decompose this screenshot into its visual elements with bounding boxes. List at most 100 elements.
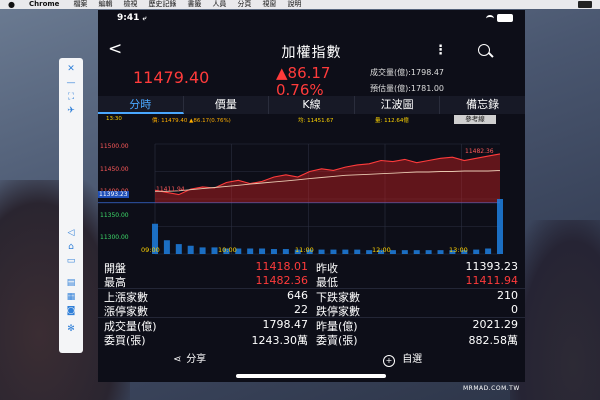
stat-label: 最低 [316,276,338,289]
volume-bar [282,249,289,254]
info-price: 價: 11479.40 ▲86.17(0.76%) [152,118,231,124]
status-bar: 9:41 ⤶ [98,10,525,26]
index-change: ▲86.17 [276,64,331,82]
stats-row: 漲停家數 22 跌停家數 0 [98,303,525,318]
stat-label: 委買(張) [104,334,146,347]
volume-bar [497,199,503,254]
volume-bar [211,247,218,254]
stat-value: 11482.36 [255,274,309,287]
share-icon: ⋖ [173,354,182,365]
x-tick-label: 09:00 [141,246,160,254]
status-icons [486,14,513,22]
stats-row: 上漲家數 646 下跌家數 210 [98,289,525,304]
pin-icon[interactable]: ✈ [67,104,75,118]
search-icon[interactable] [478,44,490,56]
info-time: 13:30 [106,116,122,122]
camera-icon[interactable]: ◙ [67,304,76,318]
estimate-label: 預估量(億):1781.00 [370,84,445,93]
volume-label: 成交量(億):1798.47 [370,68,445,77]
info-avg: 均: 11451.67 [298,118,334,124]
tab-price-volume[interactable]: 價量 [184,96,270,114]
stat-value: 2021.29 [472,318,519,331]
volume-bar [163,240,170,254]
stats-row: 委買(張) 1243.30萬 委賣(張) 882.58萬 [98,332,525,347]
stats-row: 開盤 11418.01 昨收 11393.23 [98,260,525,275]
stat-label: 委賣(張) [316,334,358,347]
stat-label: 跌停家數 [316,305,360,318]
x-tick-label: 13:00 [449,246,468,254]
chart-info-bar: 13:30 價: 11479.40 ▲86.17(0.76%) 均: 11451… [98,115,525,124]
menu-item-help[interactable]: 說明 [287,0,301,9]
keyboard-icon[interactable]: ▦ [67,290,76,304]
menu-item-bookmarks[interactable]: 書籤 [187,0,201,9]
stat-value: 882.58萬 [468,334,519,347]
menu-item-tab[interactable]: 分頁 [237,0,251,9]
volume-bar [485,248,492,254]
intraday-chart[interactable]: 11500.00 11450.00 11400.00 11350.00 1130… [98,124,525,259]
stat-value: 11411.94 [465,274,519,287]
stats-row: 最高 11482.36 最低 11411.94 [98,274,525,289]
volume-bar [199,247,206,254]
x-tick-label: 11:00 [295,246,314,254]
stat-label: 最高 [104,276,126,289]
more-options-icon[interactable]: ⋮ [434,43,447,58]
share-label: 分享 [186,354,207,365]
reference-line-button[interactable]: 參考線 [454,115,496,124]
stat-value: 0 [511,303,518,316]
plus-icon: + [383,355,395,367]
mac-menubar: ● Chrome 檔案 編輯 檢視 歷史記錄 書籤 人員 分頁 視窗 說明 [0,0,600,9]
menu-app-name[interactable]: Chrome [29,0,59,9]
add-label: 自選 [402,354,423,365]
tab-kline[interactable]: K線 [269,96,355,114]
apple-icon[interactable]: ● [8,0,18,9]
nav-bar: < 加權指數 ⋮ [98,39,525,62]
stats-table: 開盤 11418.01 昨收 11393.23 最高 11482.36 最低 11411.94… [98,260,525,347]
y-tick-label: 11300.00 [100,234,129,241]
screenshot-icon[interactable]: ▭ [67,254,76,268]
low-label: 11411.94 [156,186,185,193]
rotate-icon[interactable]: ▤ [67,276,76,290]
volume-bar [413,250,420,254]
menu-item-history[interactable]: 歷史記錄 [148,0,176,9]
volume-bar [437,250,444,254]
tab-intraday[interactable]: 分時 [98,96,184,114]
y-tick-label: 11450.00 [100,166,129,173]
stat-label: 漲停家數 [104,305,148,318]
phone-screen: 9:41 ⤶ < 加權指數 ⋮ 11479.40 ▲86.17 0.76% 成交… [98,10,525,382]
tab-memo[interactable]: 備忘錄 [440,96,525,114]
volume-bar [473,249,480,254]
page-title: 加權指數 [281,45,342,61]
menu-item-people[interactable]: 人員 [212,0,226,9]
stat-value: 1798.47 [262,318,309,331]
stat-value: 1243.30萬 [251,334,309,347]
settings-icon[interactable]: ✻ [67,322,75,336]
stat-value: 646 [287,289,308,302]
volume-bar [247,248,254,254]
menu-item-view[interactable]: 檢視 [123,0,137,9]
index-price: 11479.40 [133,68,210,87]
simulator-toolbar: ✕ — ⛶ ✈ ◁ ⌂ ▭ ▤ ▦ ◙ ✻ [59,58,83,353]
expand-icon[interactable]: ⛶ [68,90,74,104]
prev-close-label: 11393.23 [98,191,129,198]
quote-header: 11479.40 ▲86.17 0.76% 成交量(億):1798.47 預估量… [98,64,525,99]
home-icon[interactable]: ⌂ [68,240,74,254]
menu-item-file[interactable]: 檔案 [73,0,87,9]
tab-wave[interactable]: 江波圖 [355,96,441,114]
close-icon[interactable]: ✕ [67,62,75,76]
menubar-status [578,0,592,9]
watermark: MRMAD.COM.TW [463,385,520,392]
battery-icon [578,1,592,8]
minus-icon[interactable]: — [67,76,76,90]
menu-item-edit[interactable]: 編輯 [98,0,112,9]
home-indicator[interactable] [236,374,386,378]
y-tick-label: 11350.00 [100,212,129,219]
menu-item-window[interactable]: 視窗 [262,0,276,9]
volume-bar [401,250,408,254]
share-button[interactable]: ⋖ 分享 [173,350,206,365]
status-time: 9:41 ⤶ [117,13,147,23]
add-watchlist-button[interactable]: + 自選 [383,350,422,367]
chart-tabs: 分時 價量 K線 江波圖 備忘錄 [98,96,525,114]
volume-bar [270,249,277,254]
volume-icon[interactable]: ◁ [68,226,75,240]
volume-bar [187,245,194,254]
